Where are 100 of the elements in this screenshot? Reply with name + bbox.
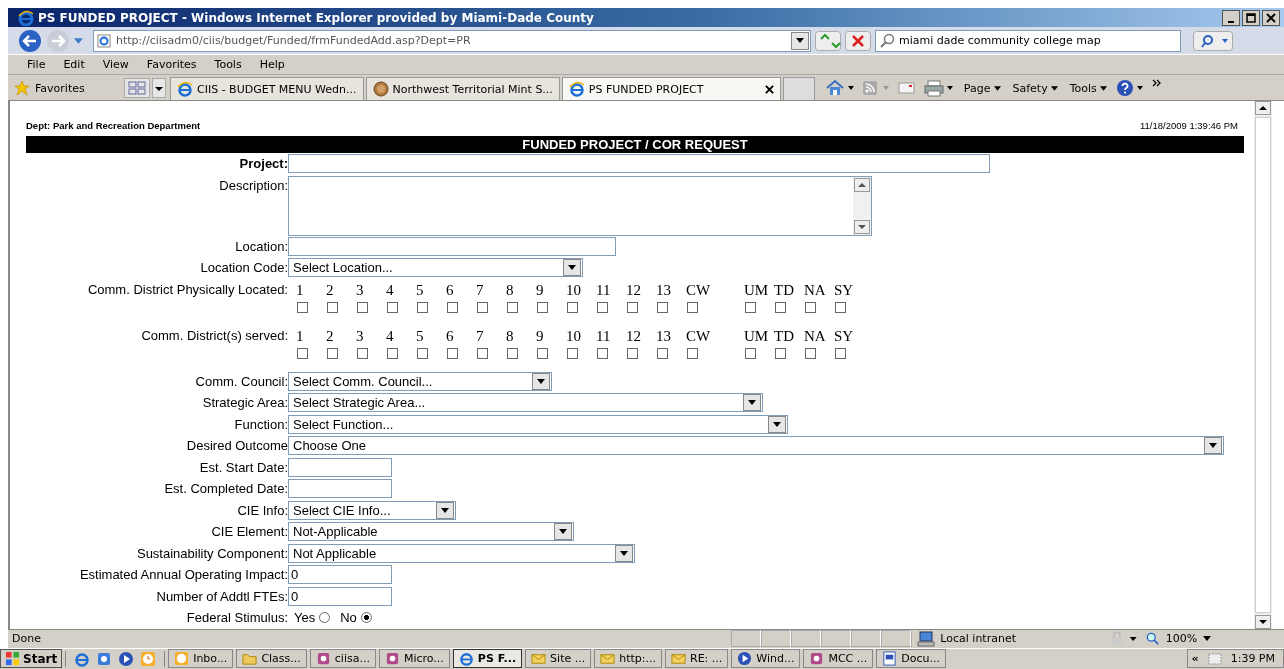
menu-item[interactable]: View — [95, 58, 136, 72]
checkbox[interactable] — [687, 301, 698, 313]
menu-item[interactable]: Favorites — [139, 58, 204, 72]
menu-item[interactable]: Help — [252, 58, 292, 72]
checkbox[interactable] — [327, 347, 338, 359]
text-field[interactable] — [288, 479, 392, 499]
radio-button[interactable] — [360, 612, 372, 624]
checkbox[interactable] — [297, 347, 308, 359]
scroll-up-icon[interactable] — [854, 177, 870, 192]
dropdown[interactable]: Not Applicable — [288, 543, 635, 563]
checkbox[interactable] — [357, 347, 368, 359]
taskbar-button[interactable]: RE: ... — [665, 649, 729, 669]
checkbox[interactable] — [657, 301, 668, 313]
taskbar-button[interactable]: Docu... — [876, 649, 946, 669]
checkbox[interactable] — [507, 347, 518, 359]
checkbox[interactable] — [537, 347, 548, 359]
menu-item[interactable]: Edit — [56, 58, 92, 72]
taskbar-button[interactable]: PS F... — [452, 649, 523, 669]
checkbox[interactable] — [297, 301, 308, 313]
text-field[interactable]: 0 — [288, 586, 392, 606]
checkbox[interactable] — [477, 347, 488, 359]
caret-icon[interactable] — [796, 38, 804, 44]
command-menu[interactable]: Page — [960, 81, 1004, 95]
help-icon[interactable] — [1115, 79, 1146, 98]
browser-tab[interactable]: PS FUNDED PROJECT — [561, 77, 781, 101]
checkbox[interactable] — [387, 301, 398, 313]
scroll-up-icon[interactable] — [1255, 101, 1271, 116]
stop-icon[interactable] — [845, 30, 871, 51]
checkbox[interactable] — [447, 347, 458, 359]
chevron-icon[interactable] — [1151, 79, 1162, 88]
checkbox[interactable] — [477, 301, 488, 313]
taskbar-button[interactable]: Site ... — [525, 649, 592, 669]
checkbox[interactable] — [597, 347, 608, 359]
tab-list-icon[interactable] — [152, 78, 166, 99]
checkbox[interactable] — [687, 347, 698, 359]
checkbox[interactable] — [627, 347, 638, 359]
scroll-down-icon[interactable] — [1255, 614, 1271, 629]
checkbox[interactable] — [775, 301, 786, 313]
checkbox[interactable] — [805, 347, 816, 359]
checkbox[interactable] — [805, 301, 816, 313]
media-player-icon[interactable] — [118, 650, 135, 667]
checkbox[interactable] — [507, 301, 518, 313]
checkbox[interactable] — [745, 301, 756, 313]
printer-icon[interactable] — [922, 79, 955, 98]
checkbox[interactable] — [417, 347, 428, 359]
dropdown[interactable]: Select CIE Info... — [288, 500, 456, 520]
checkbox[interactable] — [357, 301, 368, 313]
zoom-control[interactable]: 100% — [1145, 631, 1284, 646]
dropdown[interactable]: Select Location... — [288, 258, 583, 278]
checkbox[interactable] — [775, 347, 786, 359]
search-field[interactable]: miami dade community college map — [875, 29, 1181, 52]
dropdown[interactable]: Select Strategic Area... — [288, 393, 763, 413]
dropdown[interactable]: Choose One — [288, 436, 1224, 456]
maximize-button[interactable] — [1242, 9, 1260, 26]
browser-tab[interactable]: CIIS - BUDGET MENU Wedn... — [170, 77, 364, 101]
checkbox[interactable] — [657, 347, 668, 359]
tray-toggle[interactable]: « — [1191, 652, 1199, 666]
search-icon[interactable] — [1193, 30, 1233, 51]
checkbox[interactable] — [597, 301, 608, 313]
text-field[interactable]: 0 — [288, 565, 392, 585]
command-menu[interactable]: Tools — [1066, 81, 1110, 95]
menu-item[interactable]: File — [20, 58, 53, 72]
text-field[interactable] — [288, 154, 990, 174]
browser-logo-icon[interactable] — [74, 650, 91, 667]
refresh-icon[interactable] — [815, 30, 841, 51]
scrollbar[interactable] — [1254, 101, 1272, 629]
dropdown[interactable]: Not-Applicable — [288, 522, 574, 542]
command-menu[interactable]: Safety — [1009, 81, 1061, 95]
taskbar-button[interactable]: Class... — [236, 649, 307, 669]
close-button[interactable] — [1262, 9, 1280, 26]
taskbar-button[interactable]: Wind... — [731, 649, 801, 669]
home-icon[interactable] — [824, 79, 855, 98]
text-field[interactable] — [288, 236, 616, 256]
checkbox[interactable] — [567, 301, 578, 313]
close-tab-icon[interactable] — [764, 84, 774, 94]
browser-tab[interactable]: Northwest Territorial Mint S... — [365, 77, 560, 101]
start-button[interactable]: Start — [0, 649, 63, 669]
menu-item[interactable]: Tools — [207, 58, 249, 72]
checkbox[interactable] — [745, 347, 756, 359]
checkbox[interactable] — [627, 301, 638, 313]
text-field[interactable] — [288, 457, 392, 477]
scroll-down-icon[interactable] — [854, 219, 870, 234]
dropdown[interactable]: Select Comm. Council... — [288, 371, 552, 391]
dropdown[interactable]: Select Function... — [288, 414, 788, 434]
new-tab-button[interactable] — [782, 77, 815, 101]
checkbox[interactable] — [387, 347, 398, 359]
radio-button[interactable] — [319, 612, 331, 624]
checkbox[interactable] — [835, 347, 846, 359]
favorites-button[interactable]: Favorites — [8, 76, 124, 101]
taskbar-button[interactable]: http:... — [594, 649, 662, 669]
checkbox[interactable] — [835, 301, 846, 313]
checkbox[interactable] — [417, 301, 428, 313]
taskbar-button[interactable]: MCC ... — [803, 649, 874, 669]
taskbar-button[interactable]: Inbo... — [168, 649, 234, 669]
taskbar-button[interactable]: ciisa... — [309, 649, 376, 669]
app-icon[interactable] — [96, 650, 113, 667]
taskbar-button[interactable]: Micro... — [378, 649, 450, 669]
minimize-button[interactable] — [1222, 9, 1240, 26]
address-field[interactable]: http://ciisadm0/ciis/budget/Funded/frmFundedAdd.asp?Dept=PR — [93, 29, 811, 52]
back-button[interactable] — [18, 28, 42, 53]
